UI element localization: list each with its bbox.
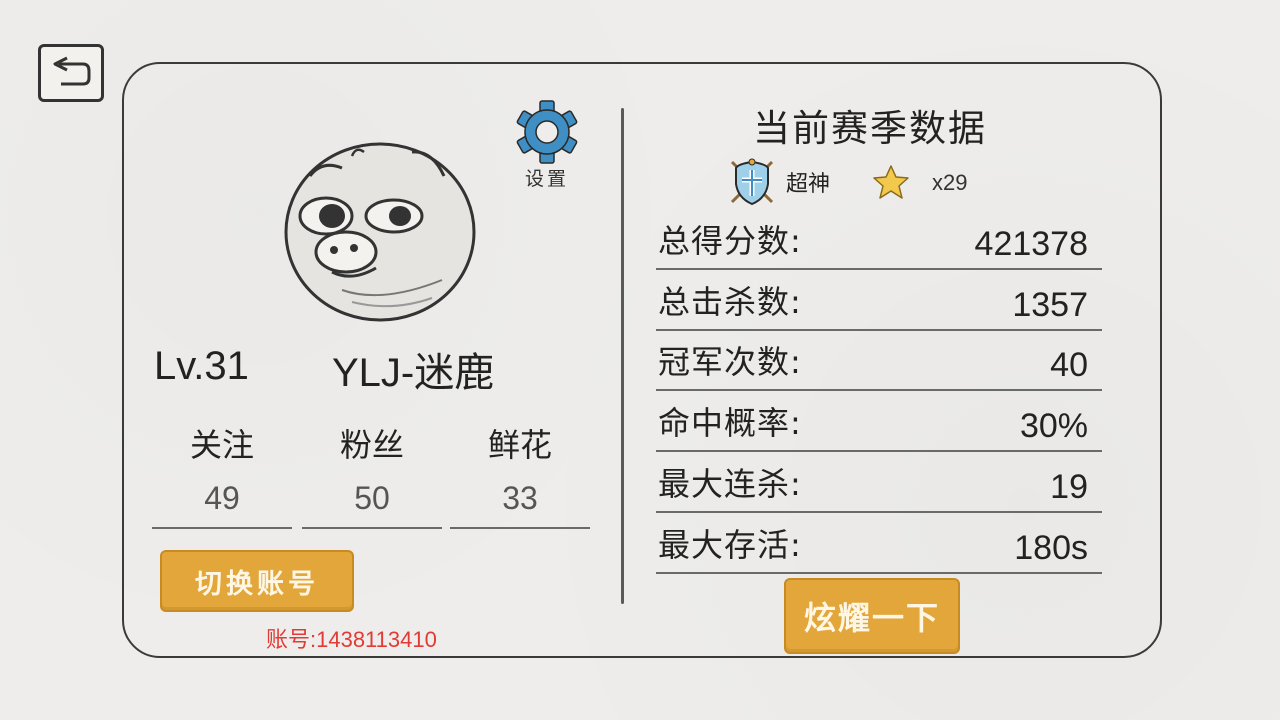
social-underline [450,527,590,529]
social-following[interactable]: 关注 49 [152,424,292,529]
stat-value: 421378 [974,225,1088,263]
stat-label: 冠军次数: [658,343,802,381]
stat-label: 总击杀数: [658,283,802,321]
stat-row-max-streak: 最大连杀: 19 [656,453,1102,513]
stat-value: 180s [1014,529,1088,567]
rank-name: 超神 [786,172,831,197]
star-count: x29 [932,170,968,195]
switch-account-button[interactable]: 切换账号 [160,550,354,612]
social-label: 鲜花 [487,426,552,464]
stat-row-hit-rate: 命中概率: 30% [656,392,1102,452]
social-flowers[interactable]: 鲜花 33 [450,424,590,529]
stat-underline [656,571,1102,574]
gear-icon [516,100,578,164]
stat-label: 总得分数: [658,222,802,260]
social-value: 50 [354,480,390,516]
stat-row-wins: 冠军次数: 40 [656,331,1102,391]
social-underline [152,527,292,529]
back-button[interactable] [38,44,104,102]
stat-underline [656,510,1102,513]
card-divider [621,108,624,604]
star-icon [873,165,909,199]
stat-row-total-kills: 总击杀数: 1357 [656,271,1102,331]
stat-underline [656,267,1102,270]
stat-label: 最大存活: [658,526,802,564]
stat-value: 40 [1050,346,1088,384]
stat-row-max-survival: 最大存活: 180s [656,514,1102,574]
stat-underline [656,388,1102,391]
back-arrow-icon [53,56,91,86]
social-fans[interactable]: 粉丝 50 [302,424,442,529]
social-underline [302,527,442,529]
stat-label: 最大连杀: [658,465,802,503]
player-nickname: YLJ-迷鹿 [332,351,495,395]
stat-row-total-score: 总得分数: 421378 [656,210,1102,270]
social-value: 49 [204,480,240,516]
avatar [282,140,478,324]
social-value: 33 [502,480,538,516]
stat-value: 30% [1019,407,1088,445]
settings-button[interactable]: 设置 [512,100,582,196]
stat-value: 19 [1050,468,1088,506]
social-label: 关注 [189,426,254,464]
social-label: 粉丝 [339,426,404,464]
rank-shield-icon [730,158,774,206]
show-off-button[interactable]: 炫耀一下 [784,578,960,654]
player-level: Lv.31 [154,344,249,388]
stat-value: 1357 [1012,286,1088,324]
stat-label: 命中概率: [658,404,802,442]
season-title: 当前赛季数据 [753,107,987,150]
stat-underline [656,449,1102,452]
settings-label: 设置 [524,168,569,190]
account-id: 账号:1438113410 [266,627,437,652]
